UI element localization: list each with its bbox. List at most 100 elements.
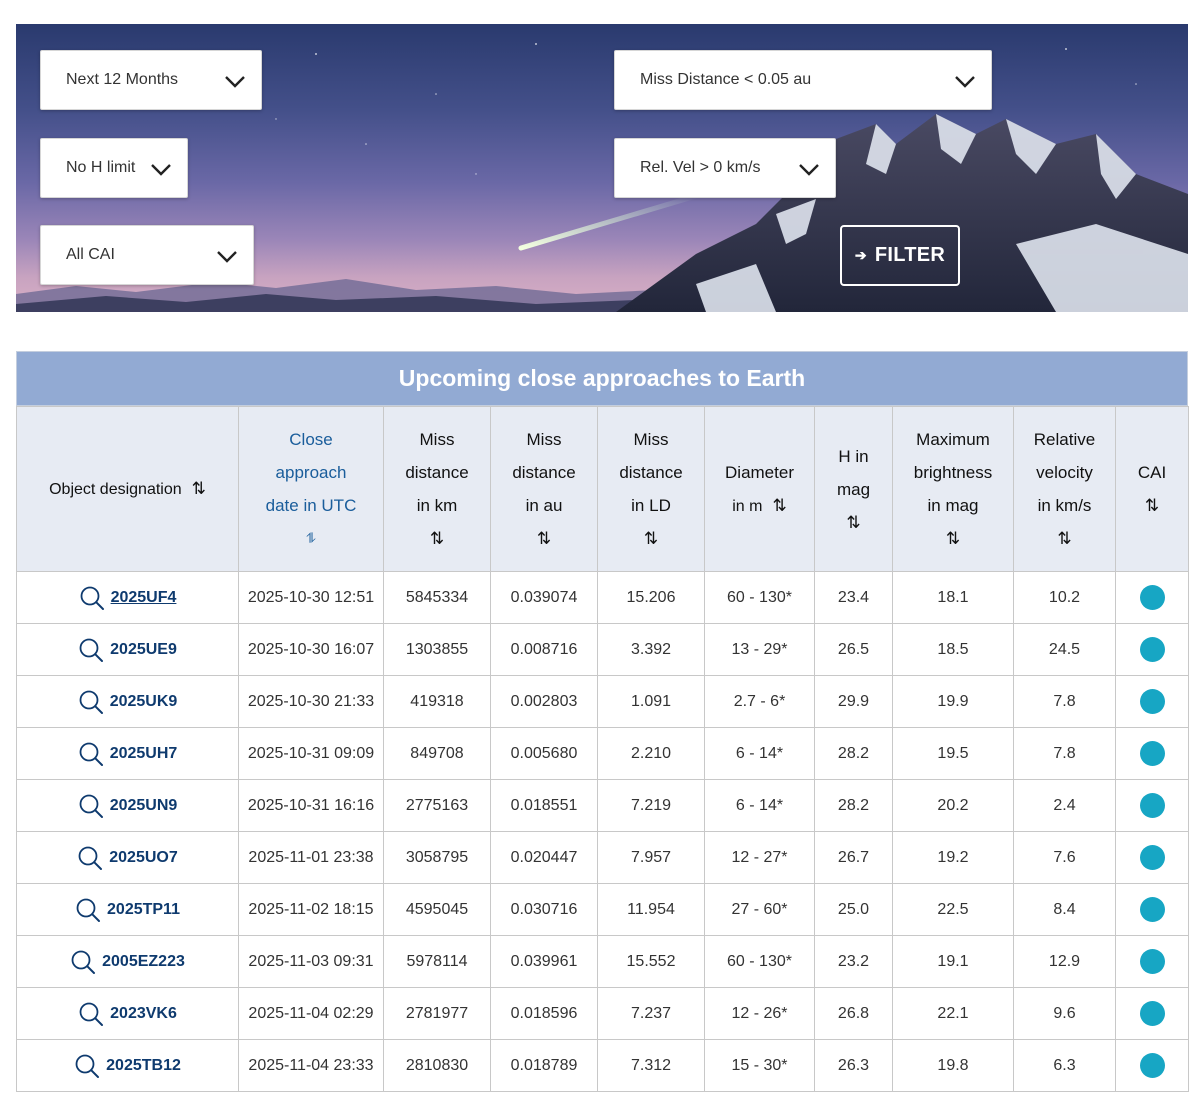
cai-select[interactable]: All CAI [40,225,254,285]
filter-panel: Next 12 Months Miss Distance < 0.05 au N… [16,24,1188,312]
cell-date: 2025-11-04 02:29 [238,987,384,1040]
header-object-designation[interactable]: Object designation ⇅ [16,406,239,572]
header-close-approach-date[interactable]: Close approach date in UTC ⥮ [238,406,384,572]
search-icon[interactable] [78,741,104,767]
cell-max-brightness: 19.5 [892,727,1014,780]
search-icon[interactable] [74,1053,100,1079]
object-link[interactable]: 2025UN9 [110,797,178,814]
header-miss-distance-au[interactable]: Miss distance in au ⇅ [490,406,598,572]
cell-diameter: 12 - 27* [704,831,815,884]
header-max-brightness[interactable]: Maximum brightness in mag ⇅ [892,406,1014,572]
cell-miss-ld: 2.210 [597,727,705,780]
cell-object: 2005EZ223 [16,935,239,988]
period-select-value: Next 12 Months [66,71,179,88]
header-relative-velocity[interactable]: Relative velocity in km/s ⇅ [1013,406,1116,572]
object-link[interactable]: 2025UE9 [110,641,177,658]
cell-miss-au: 0.030716 [490,883,598,936]
table-row: 2025UF4 2025-10-30 12:51 5845334 0.039074 15… [16,571,1189,624]
period-select[interactable]: Next 12 Months [40,50,262,110]
cell-miss-ld: 7.312 [597,1039,705,1092]
cell-miss-ld: 3.392 [597,623,705,676]
header-miss-distance-km[interactable]: Miss distance in km ⇅ [383,406,491,572]
header-label: approach [275,463,347,482]
object-link[interactable]: 2025UF4 [111,589,177,606]
cell-object: 2025UO7 [16,831,239,884]
cell-cai [1115,623,1189,676]
cell-rel-velocity: 2.4 [1013,779,1116,832]
cell-date: 2025-10-31 09:09 [238,727,384,780]
header-diameter[interactable]: Diameter in m ⇅ [704,406,815,572]
filter-button[interactable]: ➔ FILTER [840,225,960,286]
search-icon[interactable] [79,585,105,611]
header-label: Miss [526,430,562,449]
header-label: mag [836,479,871,499]
cell-cai [1115,987,1189,1040]
object-link[interactable]: 2025TP11 [107,901,180,918]
search-icon[interactable] [78,689,104,715]
table-row: 2005EZ223 2025-11-03 09:31 5978114 0.039961… [16,935,1189,988]
sort-icon: ⇅ [191,479,206,498]
table-row: 2025TB12 2025-11-04 23:33 2810830 0.018789 7… [16,1039,1189,1092]
header-label: brightness [913,463,993,482]
cell-miss-au: 0.020447 [490,831,598,884]
header-label: CAI [1137,463,1167,482]
cell-miss-ld: 7.957 [597,831,705,884]
header-label: date in UTC [265,496,357,515]
sort-active-icon: ⥮ [305,530,317,546]
cell-miss-km: 4595045 [383,883,491,936]
cai-indicator [1139,585,1165,610]
object-link[interactable]: 2023VK6 [110,1005,177,1022]
object-link[interactable]: 2025TB12 [106,1057,181,1074]
h-limit-select[interactable]: No H limit [40,138,188,198]
cell-miss-au: 0.002803 [490,675,598,728]
cai-indicator [1139,897,1165,922]
cell-max-brightness: 20.2 [892,779,1014,832]
cell-object: 2025UK9 [16,675,239,728]
search-icon[interactable] [78,637,104,663]
header-h-mag[interactable]: H in mag ⇅ [814,406,893,572]
cell-rel-velocity: 12.9 [1013,935,1116,988]
cell-miss-au: 0.018551 [490,779,598,832]
search-icon[interactable] [78,793,104,819]
miss-distance-select[interactable]: Miss Distance < 0.05 au [614,50,992,110]
search-icon[interactable] [78,1001,104,1027]
cell-miss-ld: 1.091 [597,675,705,728]
chevron-down-icon [151,164,171,176]
header-cai[interactable]: CAI ⇅ [1115,406,1189,572]
chevron-down-icon [217,251,237,263]
object-link[interactable]: 2005EZ223 [102,953,185,970]
object-link[interactable]: 2025UK9 [110,693,178,710]
cell-miss-km: 419318 [383,675,491,728]
search-icon[interactable] [77,845,103,871]
cell-cai [1115,727,1189,780]
cell-date: 2025-10-30 16:07 [238,623,384,676]
cell-miss-ld: 7.219 [597,779,705,832]
cell-cai [1115,675,1189,728]
rel-vel-select[interactable]: Rel. Vel > 0 km/s [614,138,836,198]
search-icon[interactable] [70,949,96,975]
cell-miss-au: 0.018596 [490,987,598,1040]
object-link[interactable]: 2025UO7 [109,849,178,866]
cell-h-mag: 29.9 [814,675,893,728]
sort-icon: ⇅ [536,529,552,548]
table-row: 2025UO7 2025-11-01 23:38 3058795 0.020447 7.… [16,831,1189,884]
object-link[interactable]: 2025UH7 [110,745,178,762]
cell-object: 2025TB12 [16,1039,239,1092]
cai-indicator [1139,1001,1165,1026]
meteor [518,193,699,251]
sort-icon: ⇅ [945,529,961,548]
cell-diameter: 2.7 - 6* [704,675,815,728]
cell-miss-km: 5845334 [383,571,491,624]
cell-date: 2025-10-30 21:33 [238,675,384,728]
header-miss-distance-ld[interactable]: Miss distance in LD ⇅ [597,406,705,572]
table-row: 2025UN9 2025-10-31 16:16 2775163 0.018551 7.… [16,779,1189,832]
chevron-down-icon [955,76,975,88]
search-icon[interactable] [75,897,101,923]
cell-h-mag: 25.0 [814,883,893,936]
cell-diameter: 6 - 14* [704,727,815,780]
cell-max-brightness: 22.5 [892,883,1014,936]
cell-diameter: 27 - 60* [704,883,815,936]
chevron-down-icon [799,164,819,176]
cell-date: 2025-10-30 12:51 [238,571,384,624]
header-label: distance [405,463,469,482]
